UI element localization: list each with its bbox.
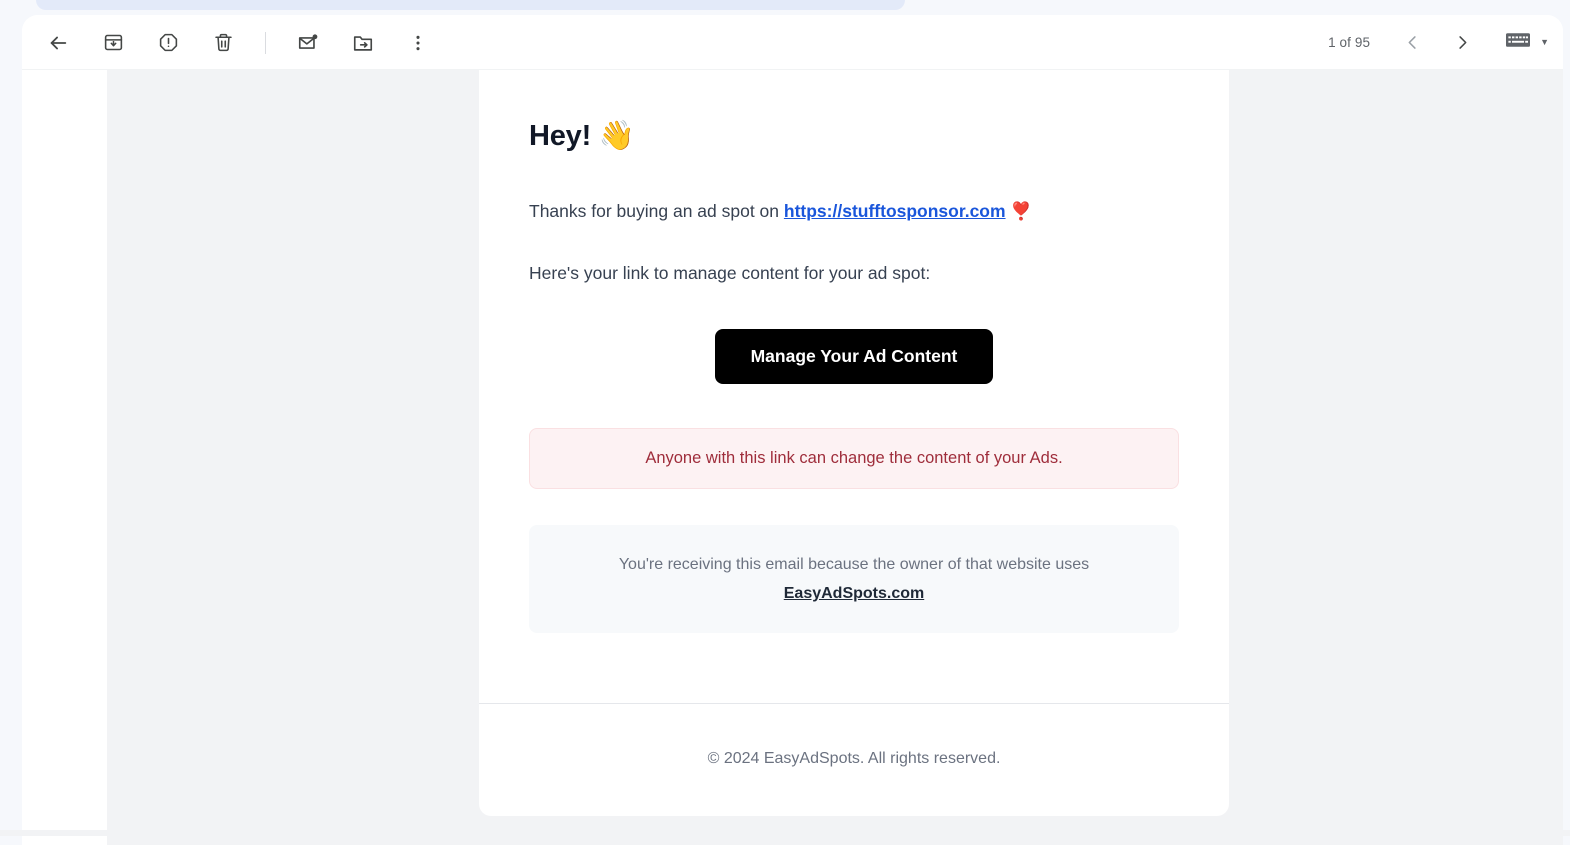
email-reason-notice-box: You're receiving this email because the …	[529, 525, 1179, 633]
email-footer: © 2024 EasyAdSpots. All rights reserved.	[479, 703, 1229, 816]
back-icon[interactable]	[38, 23, 78, 63]
mail-panel: 1 of 95	[22, 15, 1563, 845]
chevron-down-icon: ▼	[1540, 38, 1549, 47]
page-bottom-edge	[0, 830, 1570, 836]
email-reason-text: You're receiving this email because the …	[549, 552, 1159, 606]
page-right-edge	[1563, 55, 1570, 836]
message-toolbar: 1 of 95	[22, 15, 1563, 70]
heart-exclamation-emoji: ❣️	[1010, 202, 1032, 222]
next-message-button[interactable]	[1444, 25, 1480, 61]
mark-unread-icon[interactable]	[288, 23, 328, 63]
previous-message-button[interactable]	[1394, 25, 1430, 61]
move-to-folder-icon[interactable]	[343, 23, 383, 63]
delete-icon[interactable]	[203, 23, 243, 63]
background-banner-strip	[36, 0, 905, 10]
email-card: Hey! 👋 Thanks for buying an ad spot on h…	[479, 70, 1229, 816]
message-viewport: Hey! 👋 Thanks for buying an ad spot on h…	[107, 70, 1563, 845]
archive-icon[interactable]	[93, 23, 133, 63]
keyboard-icon	[1506, 32, 1530, 53]
manage-instruction-text: Here's your link to manage content for y…	[529, 261, 1179, 286]
waving-hand-emoji: 👋	[599, 118, 635, 152]
pagination-count: 1 of 95	[1328, 35, 1370, 50]
email-heading-text: Hey!	[529, 120, 591, 152]
easyadspots-link[interactable]: EasyAdSpots.com	[549, 581, 1159, 607]
intro-paragraph: Thanks for buying an ad spot on https://…	[529, 199, 1179, 225]
toolbar-left-actions	[38, 15, 453, 70]
cta-container: Manage Your Ad Content	[529, 329, 1179, 384]
sponsor-site-link[interactable]: https://stufftosponsor.com	[784, 201, 1006, 221]
intro-prefix-text: Thanks for buying an ad spot on	[529, 201, 784, 221]
keyboard-shortcuts-control[interactable]: ▼	[1506, 32, 1549, 53]
more-options-icon[interactable]	[398, 23, 438, 63]
toolbar-divider	[265, 32, 266, 54]
email-heading: Hey! 👋	[529, 118, 1179, 153]
manage-ad-content-button[interactable]: Manage Your Ad Content	[715, 329, 994, 384]
report-spam-icon[interactable]	[148, 23, 188, 63]
email-reason-sentence: You're receiving this email because the …	[619, 556, 1089, 573]
copyright-text: © 2024 EasyAdSpots. All rights reserved.	[708, 750, 1001, 767]
toolbar-right-controls: 1 of 95	[1328, 15, 1549, 70]
link-warning-text: Anyone with this link can change the con…	[645, 449, 1062, 467]
email-body: Hey! 👋 Thanks for buying an ad spot on h…	[479, 70, 1229, 703]
link-warning-box: Anyone with this link can change the con…	[529, 428, 1179, 489]
